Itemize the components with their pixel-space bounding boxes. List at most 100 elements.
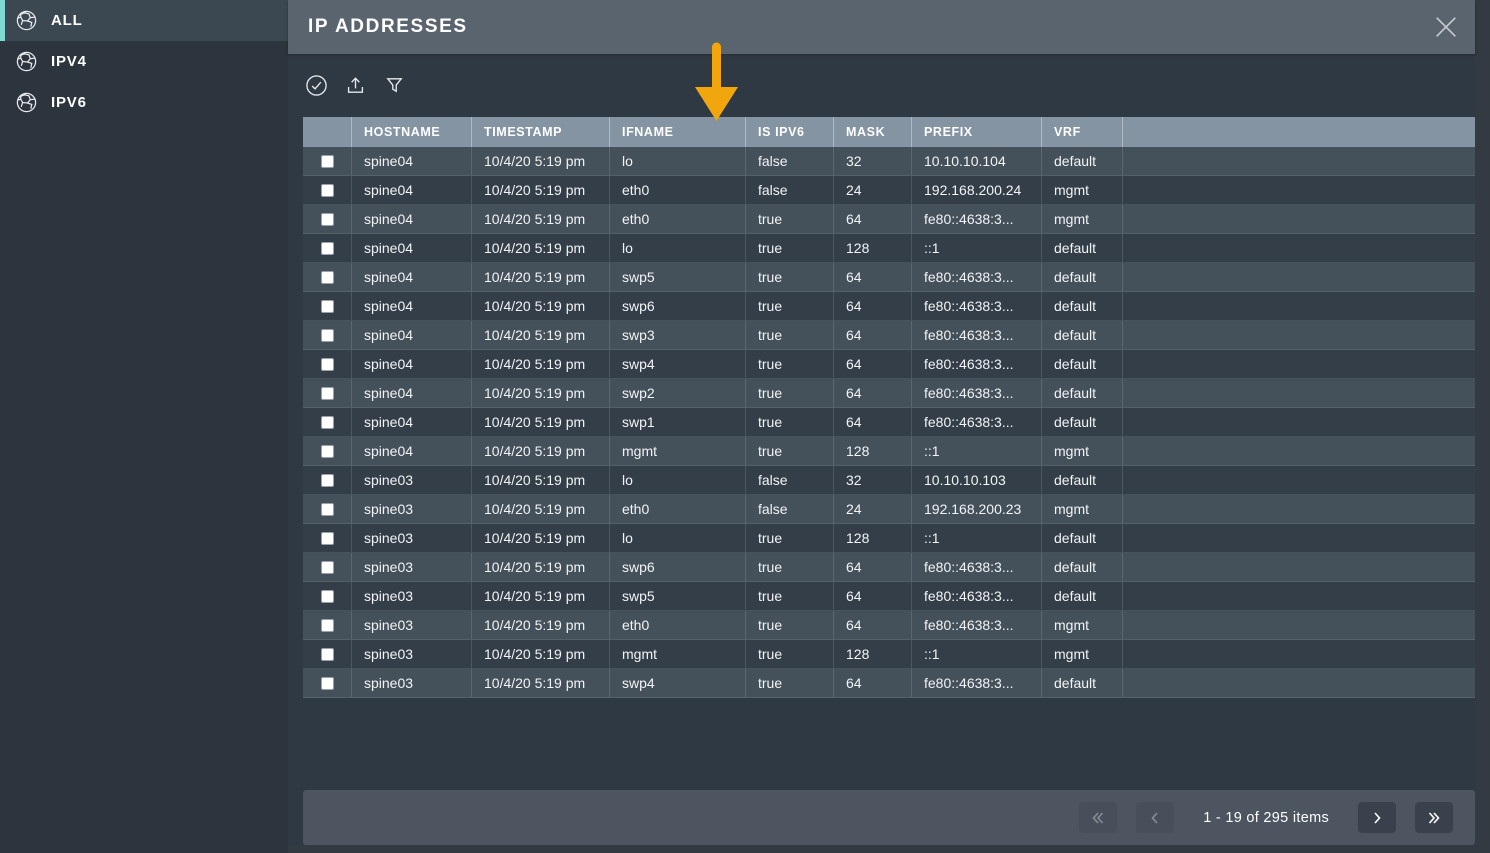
row-checkbox[interactable] <box>321 329 334 342</box>
table-row: spine0310/4/20 5:19 pmswp5true64fe80::46… <box>303 582 1475 611</box>
column-header-prefix[interactable]: PREFIX <box>911 117 1041 147</box>
row-checkbox[interactable] <box>321 474 334 487</box>
row-checkbox[interactable] <box>321 677 334 690</box>
row-select-cell <box>303 263 351 291</box>
cell-timestamp: 10/4/20 5:19 pm <box>471 466 609 494</box>
cell-mask: 64 <box>833 350 911 378</box>
column-header-hostname[interactable]: HOSTNAME <box>351 117 471 147</box>
filter-button[interactable] <box>381 72 407 98</box>
table-row: spine0310/4/20 5:19 pmeth0true64fe80::46… <box>303 611 1475 640</box>
cell-is_ipv6: false <box>745 466 833 494</box>
cell-is_ipv6: true <box>745 408 833 436</box>
cell-ifname: mgmt <box>609 640 745 668</box>
globe-icon <box>15 9 38 32</box>
column-header-mask[interactable]: MASK <box>833 117 911 147</box>
cell-is_ipv6: true <box>745 611 833 639</box>
globe-icon <box>15 50 38 73</box>
row-checkbox[interactable] <box>321 503 334 516</box>
row-select-cell <box>303 176 351 204</box>
cell-timestamp: 10/4/20 5:19 pm <box>471 495 609 523</box>
row-checkbox[interactable] <box>321 416 334 429</box>
row-select-cell <box>303 147 351 175</box>
prev-page-button[interactable] <box>1136 802 1174 833</box>
column-header-is_ipv6[interactable]: IS IPV6 <box>745 117 833 147</box>
cell-mask: 32 <box>833 466 911 494</box>
cell-vrf: default <box>1041 350 1122 378</box>
cell-ifname: swp1 <box>609 408 745 436</box>
row-checkbox[interactable] <box>321 619 334 632</box>
last-page-button[interactable] <box>1415 802 1453 833</box>
row-checkbox[interactable] <box>321 242 334 255</box>
cell-filler <box>1122 495 1475 523</box>
column-header-ifname[interactable]: IFNAME <box>609 117 745 147</box>
cell-timestamp: 10/4/20 5:19 pm <box>471 640 609 668</box>
cell-ifname: eth0 <box>609 205 745 233</box>
cell-timestamp: 10/4/20 5:19 pm <box>471 437 609 465</box>
cell-timestamp: 10/4/20 5:19 pm <box>471 379 609 407</box>
cell-vrf: default <box>1041 553 1122 581</box>
column-header-vrf[interactable]: VRF <box>1041 117 1122 147</box>
cell-timestamp: 10/4/20 5:19 pm <box>471 582 609 610</box>
cell-vrf: mgmt <box>1041 176 1122 204</box>
cell-prefix: fe80::4638:3... <box>911 205 1041 233</box>
cell-hostname: spine04 <box>351 408 471 436</box>
row-checkbox[interactable] <box>321 445 334 458</box>
cell-mask: 64 <box>833 582 911 610</box>
row-checkbox[interactable] <box>321 590 334 603</box>
cell-hostname: spine03 <box>351 466 471 494</box>
cell-filler <box>1122 408 1475 436</box>
cell-ifname: lo <box>609 234 745 262</box>
cell-hostname: spine04 <box>351 379 471 407</box>
chevron-right-icon <box>1369 810 1385 826</box>
cell-hostname: spine03 <box>351 553 471 581</box>
cell-filler <box>1122 147 1475 175</box>
cell-ifname: lo <box>609 466 745 494</box>
cell-filler <box>1122 176 1475 204</box>
cell-hostname: spine04 <box>351 437 471 465</box>
sidebar-item-ipv4[interactable]: IPV4 <box>0 41 288 82</box>
table-row: spine0410/4/20 5:19 pmswp3true64fe80::46… <box>303 321 1475 350</box>
table-row: spine0310/4/20 5:19 pmlofalse3210.10.10.… <box>303 466 1475 495</box>
cell-timestamp: 10/4/20 5:19 pm <box>471 234 609 262</box>
table-row: spine0410/4/20 5:19 pmlofalse3210.10.10.… <box>303 147 1475 176</box>
cell-timestamp: 10/4/20 5:19 pm <box>471 147 609 175</box>
cell-is_ipv6: true <box>745 350 833 378</box>
row-checkbox[interactable] <box>321 532 334 545</box>
row-checkbox[interactable] <box>321 155 334 168</box>
row-checkbox[interactable] <box>321 213 334 226</box>
ip-addresses-panel: IP ADDRESSES <box>288 0 1475 845</box>
cell-vrf: default <box>1041 582 1122 610</box>
row-checkbox[interactable] <box>321 387 334 400</box>
sidebar-item-all[interactable]: ALL <box>0 0 288 41</box>
column-header-timestamp[interactable]: TIMESTAMP <box>471 117 609 147</box>
pagination-range-label: 1 - 19 of 295 items <box>1203 810 1329 826</box>
cell-prefix: ::1 <box>911 640 1041 668</box>
next-page-button[interactable] <box>1358 802 1396 833</box>
row-checkbox[interactable] <box>321 271 334 284</box>
cell-mask: 64 <box>833 379 911 407</box>
cell-filler <box>1122 205 1475 233</box>
sidebar-item-ipv6[interactable]: IPV6 <box>0 82 288 123</box>
cell-mask: 128 <box>833 234 911 262</box>
cell-vrf: default <box>1041 292 1122 320</box>
close-button[interactable] <box>1429 10 1463 44</box>
table-row: spine0410/4/20 5:19 pmswp5true64fe80::46… <box>303 263 1475 292</box>
cell-vrf: default <box>1041 408 1122 436</box>
cell-ifname: lo <box>609 147 745 175</box>
cell-mask: 64 <box>833 553 911 581</box>
row-checkbox[interactable] <box>321 184 334 197</box>
row-checkbox[interactable] <box>321 648 334 661</box>
row-checkbox[interactable] <box>321 300 334 313</box>
cell-is_ipv6: true <box>745 292 833 320</box>
cell-vrf: mgmt <box>1041 640 1122 668</box>
cell-hostname: spine04 <box>351 263 471 291</box>
row-checkbox[interactable] <box>321 561 334 574</box>
row-select-cell <box>303 553 351 581</box>
first-page-button[interactable] <box>1079 802 1117 833</box>
row-checkbox[interactable] <box>321 358 334 371</box>
double-chevron-right-icon <box>1426 810 1442 826</box>
select-all-button[interactable] <box>303 72 329 98</box>
row-select-cell <box>303 640 351 668</box>
export-button[interactable] <box>342 72 368 98</box>
table-row: spine0310/4/20 5:19 pmswp4true64fe80::46… <box>303 669 1475 698</box>
